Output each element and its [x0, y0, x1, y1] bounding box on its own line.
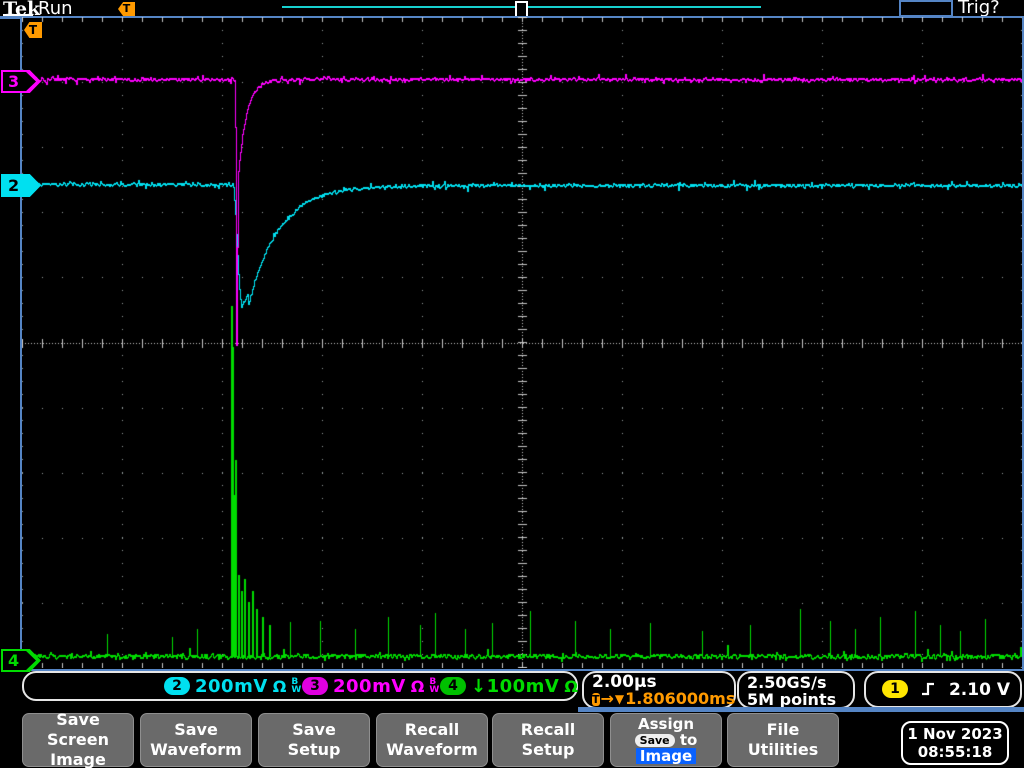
channel2-scale: 200mV — [195, 675, 268, 697]
channel3-marker-label: 3 — [8, 72, 20, 91]
bottom-separator — [578, 707, 1024, 712]
channel2-badge: 2 — [164, 677, 190, 695]
channel3-position-marker[interactable]: 3 — [1, 70, 41, 93]
save-screen-image-button[interactable]: Save Screen Image — [22, 710, 134, 768]
delay-marker-icon: ▼ — [614, 692, 625, 706]
trigger-level: 2.10 V — [948, 680, 1010, 700]
channel3-badge: 3 — [302, 677, 328, 695]
channel3-bandwidth-icon: BW — [429, 677, 440, 695]
rising-edge-icon — [922, 682, 934, 696]
trigger-readout[interactable]: 1 2.10 V — [864, 671, 1022, 708]
channel4-position-marker[interactable]: 4 — [1, 649, 41, 672]
channel2-coupling-icon: Ω — [272, 676, 287, 696]
time-label: 08:55:18 — [917, 743, 993, 761]
channel4-badge: 4 — [440, 677, 466, 695]
channel2-position-marker[interactable]: 2 — [1, 174, 41, 197]
save-waveform-button[interactable]: Save Waveform — [140, 713, 252, 767]
recall-setup-button[interactable]: Recall Setup — [492, 713, 604, 767]
assign-save-to-image-button[interactable]: Assign Save to Image — [610, 713, 722, 767]
date-label: 1 Nov 2023 — [907, 725, 1003, 743]
channel3-readout[interactable]: 3 200mV Ω BW — [302, 675, 440, 697]
trigger-indicator-box — [899, 0, 953, 17]
file-utilities-button[interactable]: File Utilities — [727, 713, 839, 767]
channel2-bandwidth-icon: BW — [291, 677, 302, 695]
save-chip-icon: Save — [634, 734, 675, 747]
record-trigger-t-icon: T — [118, 2, 135, 16]
channel4-coupling-icon: Ω — [564, 676, 578, 696]
acquisition-readout[interactable]: 2.50GS/s 5M points — [737, 671, 855, 709]
channel3-coupling-icon: Ω — [410, 676, 425, 696]
horizontal-readout[interactable]: 2.00µs T → ▼ 1.806000ms — [582, 671, 736, 709]
trigger-delay-readout: T → ▼ 1.806000ms — [592, 689, 736, 708]
assign-target-highlight: Image — [635, 748, 697, 764]
sample-rate: 2.50GS/s — [747, 673, 827, 692]
channel2-marker-label: 2 — [8, 176, 20, 195]
waveform-canvas — [22, 17, 1022, 668]
channel2-readout[interactable]: 2 200mV Ω BW — [164, 675, 302, 697]
channel4-marker-shape — [1, 649, 41, 672]
channel3-marker-shape — [1, 70, 41, 93]
trigger-source-badge: 1 — [882, 680, 908, 698]
trigger-t-chip-icon: T — [592, 692, 600, 706]
channel4-readout[interactable]: 4 ↓100mV Ω BW — [440, 675, 593, 697]
oscilloscope-screen: Tek Run T Trig? T 3 2 4 2 200mV Ω BW 3 2… — [0, 0, 1024, 768]
channel2-marker-shape — [1, 174, 41, 197]
channel4-scale: ↓100mV — [471, 675, 560, 697]
recall-waveform-button[interactable]: Recall Waveform — [376, 713, 488, 767]
save-setup-button[interactable]: Save Setup — [258, 713, 370, 767]
channel4-marker-label: 4 — [8, 651, 20, 670]
channel3-scale: 200mV — [333, 675, 406, 697]
channel-readouts-box: 2 200mV Ω BW 3 200mV Ω BW 4 ↓100mV Ω BW — [22, 671, 593, 701]
record-length: 5M points — [747, 690, 837, 709]
datetime-display: 1 Nov 2023 08:55:18 — [901, 721, 1009, 765]
